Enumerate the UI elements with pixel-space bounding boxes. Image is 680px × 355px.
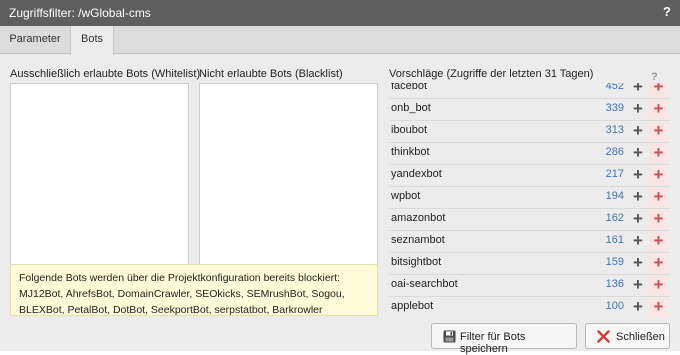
suggestion-row: oai-searchbot 136 + + [389,275,670,297]
access-count: 313 [605,124,624,136]
blacklist-label: Nicht erlaubte Bots (Blacklist) [199,68,343,80]
add-to-blacklist-icon[interactable]: + [649,122,668,141]
add-to-blacklist-icon[interactable]: + [649,276,668,295]
add-to-whitelist-icon[interactable]: + [629,100,647,119]
bot-name: iboubot [391,124,428,136]
floppy-disk-icon [443,330,456,346]
add-to-whitelist-icon[interactable]: + [629,122,647,141]
suggestion-row: bitsightbot 159 + + [389,253,670,275]
bot-name: applebot [391,300,434,312]
suggestion-row: facebot 452 + + [389,83,670,99]
add-to-blacklist-icon[interactable]: + [649,254,668,273]
access-count: 286 [605,146,624,158]
add-to-blacklist-icon[interactable]: + [649,144,668,163]
dialog-titlebar: Zugriffsfilter: /wGlobal-cms ? [0,0,680,26]
add-to-blacklist-icon[interactable]: + [649,83,668,97]
suggestion-row: thinkbot 286 + + [389,143,670,165]
suggestion-row: seznambot 161 + + [389,231,670,253]
bot-name: facebot [391,83,428,92]
access-count: 339 [605,102,624,114]
bot-name: yandexbot [391,168,442,180]
add-to-whitelist-icon[interactable]: + [629,83,647,97]
bot-name: oai-searchbot [391,278,458,290]
bot-name: seznambot [391,234,445,246]
dialog-title: Zugriffsfilter: /wGlobal-cms [9,6,151,20]
suggestion-row: wpbot 194 + + [389,187,670,209]
tab-bar: Parameter Bots [0,26,680,55]
add-to-blacklist-icon[interactable]: + [649,298,668,317]
tab-bots[interactable]: Bots [70,26,114,55]
bot-filter-dialog: Zugriffsfilter: /wGlobal-cms ? Parameter… [0,0,680,355]
add-to-whitelist-icon[interactable]: + [629,254,647,273]
suggestions-list[interactable]: facebot 452 + + onb_bot 339 + + iboubot … [389,83,670,317]
add-to-blacklist-icon[interactable]: + [649,210,668,229]
suggestion-row: yandexbot 217 + + [389,165,670,187]
add-to-whitelist-icon[interactable]: + [629,144,647,163]
add-to-blacklist-icon[interactable]: + [649,188,668,207]
access-count: 217 [605,168,624,180]
bot-name: onb_bot [391,102,431,114]
bot-name: wpbot [391,190,421,202]
suggestions-help-icon[interactable]: ? [651,71,658,83]
add-to-whitelist-icon[interactable]: + [629,276,647,295]
access-count: 100 [605,300,624,312]
suggestion-row: applebot 100 + + [389,297,670,317]
add-to-whitelist-icon[interactable]: + [629,166,647,185]
add-to-whitelist-icon[interactable]: + [629,188,647,207]
tab-parameter[interactable]: Parameter [0,26,70,54]
suggestion-row: amazonbot 162 + + [389,209,670,231]
bot-name: bitsightbot [391,256,442,268]
save-button[interactable]: Filter für Bots speichern [431,323,577,355]
access-count: 194 [605,190,624,202]
access-count: 159 [605,256,624,268]
close-button-label: Schließen [616,331,665,343]
close-button[interactable]: Schließen [585,323,670,349]
add-to-blacklist-icon[interactable]: + [649,100,668,119]
close-icon [597,330,610,346]
suggestions-label: Vorschläge (Zugriffe der letzten 31 Tage… [389,68,594,80]
whitelist-label: Ausschließlich erlaubte Bots (Whitelist) [10,68,201,80]
access-count: 452 [605,83,624,92]
access-count: 161 [605,234,624,246]
save-button-label: Filter für Bots speichern [460,331,526,355]
suggestion-row: onb_bot 339 + + [389,99,670,121]
add-to-whitelist-icon[interactable]: + [629,210,647,229]
help-icon[interactable]: ? [663,4,671,19]
suggestion-row: iboubot 313 + + [389,121,670,143]
bot-name: thinkbot [391,146,430,158]
add-to-blacklist-icon[interactable]: + [649,166,668,185]
bot-name: amazonbot [391,212,446,224]
access-count: 136 [605,278,624,290]
blocked-bots-notice: Folgende Bots werden über die Projektkon… [10,264,378,316]
add-to-whitelist-icon[interactable]: + [629,232,647,251]
dialog-footer: Filter für Bots speichern Schließen [0,321,680,355]
add-to-blacklist-icon[interactable]: + [649,232,668,251]
add-to-whitelist-icon[interactable]: + [629,298,647,317]
access-count: 162 [605,212,624,224]
